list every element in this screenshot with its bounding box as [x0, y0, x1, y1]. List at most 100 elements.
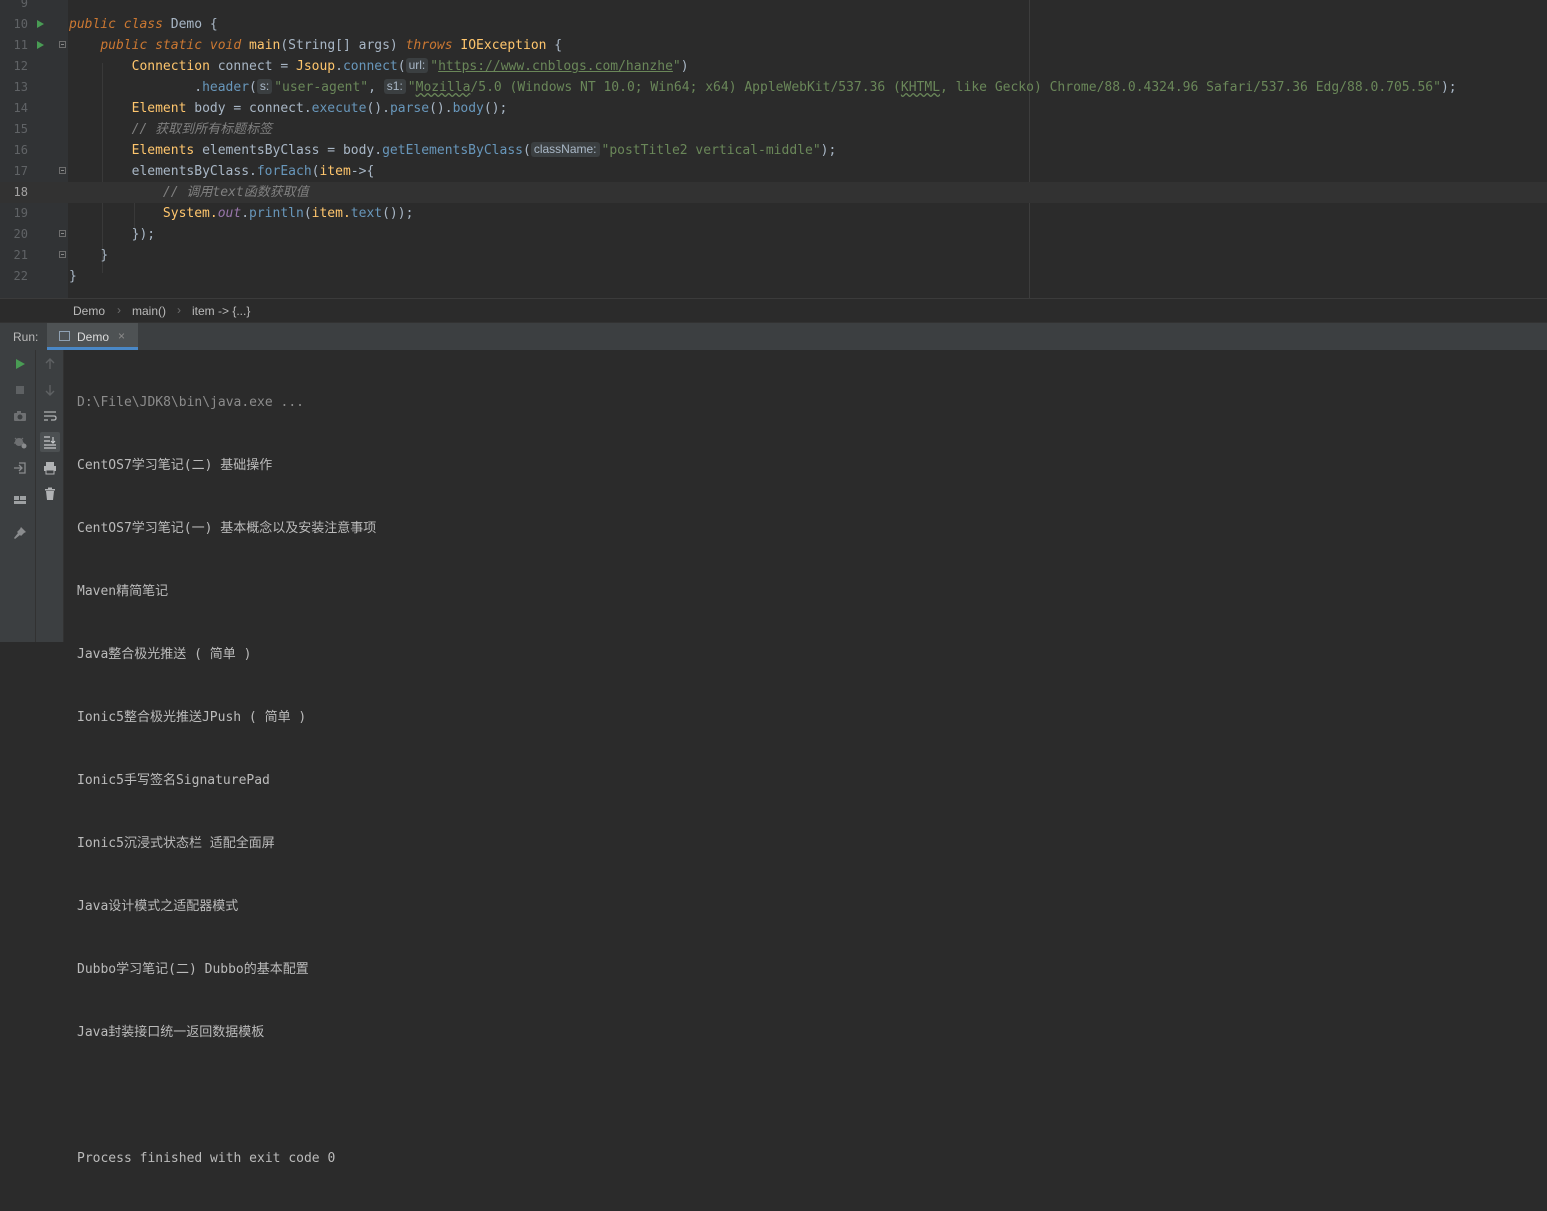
run-toolbar — [0, 350, 36, 642]
console-command-line: D:\File\JDK8\bin\java.exe ... — [77, 395, 304, 410]
code-line-21: 21 } — [0, 245, 1547, 266]
code-token: } — [100, 248, 109, 263]
code-text: public class Demo { — [69, 14, 218, 35]
method-call: println — [249, 206, 304, 221]
code-line-19: 19 System.out.println(item.text()); — [0, 203, 1547, 224]
code-text: // 获取到所有标题标签 — [69, 119, 272, 140]
console-line: Maven精简笔记 — [77, 584, 169, 599]
camera-icon[interactable] — [10, 406, 30, 426]
code-text: }); — [69, 224, 155, 245]
method-name: main — [249, 38, 281, 53]
string-literal: Mozilla — [415, 80, 471, 95]
code-line-15: 15 // 获取到所有标题标签 — [0, 119, 1547, 140]
line-number: 16 — [13, 143, 28, 157]
run-gutter-icon[interactable] — [37, 41, 44, 49]
method-call: forEach — [256, 164, 312, 179]
keyword: class — [123, 17, 163, 32]
code-line-20: 20 }); — [0, 224, 1547, 245]
console-line: Dubbo学习笔记(二) Dubbo的基本配置 — [77, 962, 309, 977]
code-token: . — [241, 206, 250, 221]
code-token: ()); — [382, 206, 414, 221]
breadcrumb-item-lambda[interactable]: item -> {...} — [192, 304, 250, 318]
keyword: void — [209, 38, 242, 53]
fold-icon[interactable] — [59, 230, 66, 237]
code-text: } — [69, 245, 108, 266]
code-token: . — [335, 59, 343, 74]
code-text: // 调用text函数获取值 — [69, 182, 309, 203]
code-line-11: 11 public static void main(String[] args… — [0, 35, 1547, 56]
url-link[interactable]: https://www.cnblogs.com/hanzhe — [438, 59, 673, 74]
code-line-9: 9 — [0, 0, 1547, 14]
code-line-13: 13 .header(s: "user-agent", s1: "Mozilla/5… — [0, 77, 1547, 98]
code-text: Element body = connect.execute().parse()… — [69, 98, 508, 119]
fold-icon[interactable] — [59, 167, 66, 174]
login-icon[interactable] — [10, 458, 30, 478]
breadcrumb-separator: › — [177, 303, 181, 317]
run-toolwindow-header: Run: Demo × — [0, 322, 1547, 350]
console-line: Java整合极光推送 ( 简单 ) — [77, 647, 252, 662]
code-token: (); — [483, 101, 508, 116]
arrow-up-icon[interactable] — [40, 354, 60, 374]
line-number: 9 — [20, 0, 28, 10]
parameter-hint: url: — [405, 58, 429, 73]
type-name: IOException — [460, 38, 547, 53]
code-line-10: 10 public class Demo { — [0, 14, 1547, 35]
arrow-down-icon[interactable] — [40, 380, 60, 400]
console-output[interactable]: D:\File\JDK8\bin\java.exe ... CentOS7学习笔… — [77, 350, 376, 1211]
console-line: CentOS7学习笔记(二) 基础操作 — [77, 458, 273, 473]
code-comment: // 获取到所有标题标签 — [131, 122, 273, 137]
type-name: Element — [131, 101, 187, 116]
string-literal: KHTML — [900, 80, 941, 95]
run-icon[interactable] — [10, 354, 30, 374]
breadcrumb-separator: › — [117, 303, 121, 317]
tab-demo[interactable]: Demo × — [47, 323, 138, 350]
code-token: }); — [131, 227, 156, 242]
breadcrumb-item-method[interactable]: main() — [132, 304, 166, 318]
pin-icon[interactable] — [10, 523, 30, 543]
method-call: parse — [389, 101, 430, 116]
type-name: Connection — [131, 59, 210, 74]
string-literal: /5.0 (Windows NT 10.0; Win64; x64) Apple… — [470, 80, 901, 95]
close-icon[interactable]: × — [118, 329, 125, 343]
line-number: 21 — [13, 248, 28, 262]
code-line-16: 16 Elements elementsByClass = body.getEl… — [0, 140, 1547, 161]
type-name: Elements — [131, 143, 195, 158]
code-line-22: 22 } — [0, 266, 1547, 287]
code-line-17: 17 elementsByClass.forEach(item->{ — [0, 161, 1547, 182]
trash-icon[interactable] — [40, 484, 60, 504]
code-line-14: 14 Element body = connect.execute().pars… — [0, 98, 1547, 119]
string-literal: " — [430, 59, 439, 74]
console-panel: D:\File\JDK8\bin\java.exe ... CentOS7学习笔… — [0, 350, 1547, 1166]
console-icon — [59, 331, 70, 341]
code-token: { — [202, 17, 218, 32]
breadcrumb-item-class[interactable]: Demo — [73, 304, 105, 318]
code-text: Elements elementsByClass = body.getEleme… — [69, 140, 836, 161]
stop-icon[interactable] — [10, 380, 30, 400]
debug-settings-icon[interactable] — [10, 432, 30, 452]
soft-wrap-icon[interactable] — [40, 406, 60, 426]
type-name: Jsoup — [296, 59, 336, 74]
code-token: , — [368, 80, 384, 95]
keyword: public — [100, 38, 148, 53]
fold-icon[interactable] — [59, 41, 66, 48]
code-editor[interactable]: 9 10 public class Demo { 11 public stati… — [0, 0, 1547, 298]
string-literal: " — [672, 59, 681, 74]
code-token: ); — [1440, 80, 1457, 95]
keyword: public — [69, 17, 116, 32]
code-token: ( — [303, 206, 312, 221]
code-token: ->{ — [350, 164, 375, 179]
layout-icon[interactable] — [10, 490, 30, 510]
code-token: (String[] args) — [280, 38, 406, 53]
scroll-to-end-icon[interactable] — [40, 432, 60, 452]
print-icon[interactable] — [40, 458, 60, 478]
line-number: 22 — [13, 269, 28, 283]
run-gutter-icon[interactable] — [37, 20, 44, 28]
fold-icon[interactable] — [59, 251, 66, 258]
parameter-hint: className: — [530, 142, 600, 157]
code-token: ( — [522, 143, 531, 158]
code-text: public static void main(String[] args) t… — [69, 35, 562, 56]
line-number: 15 — [13, 122, 28, 136]
code-token: . — [194, 80, 203, 95]
line-number: 19 — [13, 206, 28, 220]
